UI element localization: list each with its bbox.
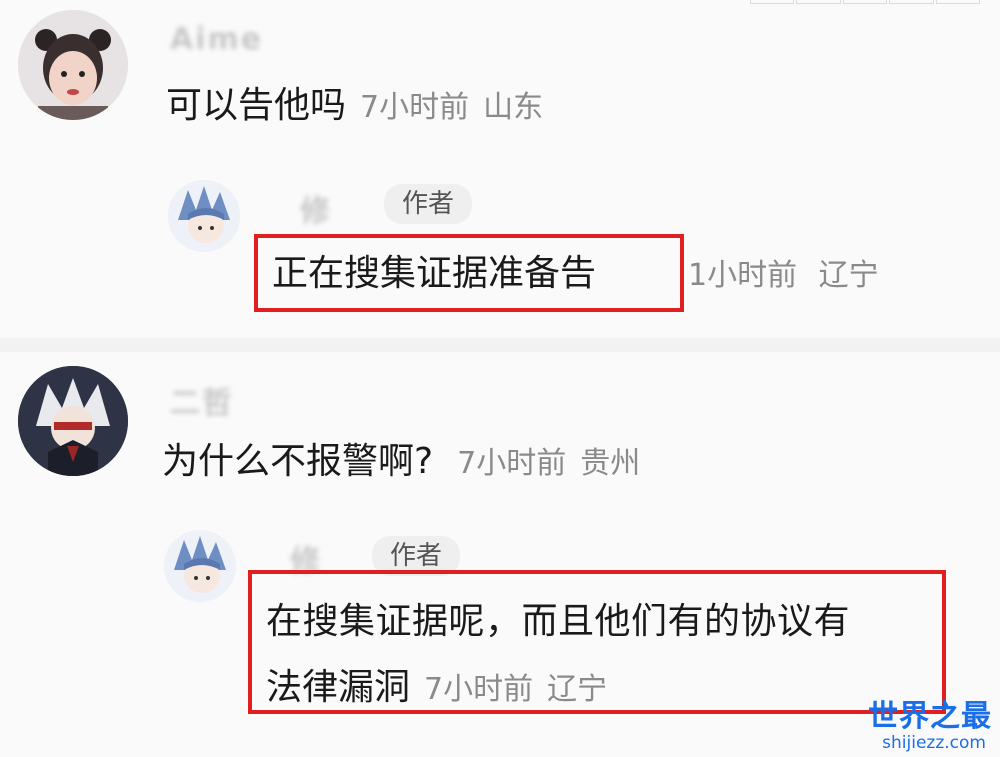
comment-text-content: 可以告他吗 <box>166 85 347 126</box>
reply-time: 1小时前 <box>688 258 798 293</box>
comment-text: 可以告他吗 7小时前 山东 <box>166 84 543 130</box>
top-toolbar-edge <box>750 0 981 4</box>
author-avatar[interactable] <box>168 180 240 252</box>
reply-location: 辽宁 <box>818 258 879 293</box>
comment-location: 山东 <box>483 90 544 125</box>
author-badge: 作者 <box>384 184 473 224</box>
anime-avatar-icon <box>18 366 128 476</box>
watermark-logo: 世界之最 <box>868 699 992 734</box>
comment-username[interactable]: Aime <box>170 22 263 57</box>
author-username[interactable]: 修 <box>300 186 332 230</box>
reply-text-line-2: 法律漏洞 7小时前 辽宁 <box>266 666 607 712</box>
author-avatar[interactable] <box>164 530 236 602</box>
reply-text-line-1: 在搜集证据呢，而且他们有的协议有 <box>266 601 851 642</box>
reply-meta: 1小时前 辽宁 <box>688 256 879 296</box>
reply-time: 7小时前 <box>424 672 534 707</box>
comment-time: 7小时前 <box>457 446 567 481</box>
user-avatar[interactable] <box>18 10 128 120</box>
comment-username[interactable]: 二哲 <box>170 378 234 422</box>
anime-avatar-icon <box>164 530 236 602</box>
comment-location: 贵州 <box>580 446 641 481</box>
girl-avatar-icon <box>18 10 128 120</box>
comment-text: 为什么不报警啊? 7小时前 贵州 <box>162 440 640 486</box>
reply-location: 辽宁 <box>547 672 608 707</box>
reply-text: 正在搜集证据准备告 <box>272 253 597 294</box>
comment-time: 7小时前 <box>360 90 470 125</box>
watermark-url: shijiezz.com <box>882 733 986 753</box>
user-avatar[interactable] <box>18 366 128 476</box>
comment-divider <box>0 338 1000 352</box>
anime-avatar-icon <box>168 180 240 252</box>
comment-text-content: 为什么不报警啊? <box>162 441 434 482</box>
reply-text-line-2-content: 法律漏洞 <box>266 667 411 708</box>
